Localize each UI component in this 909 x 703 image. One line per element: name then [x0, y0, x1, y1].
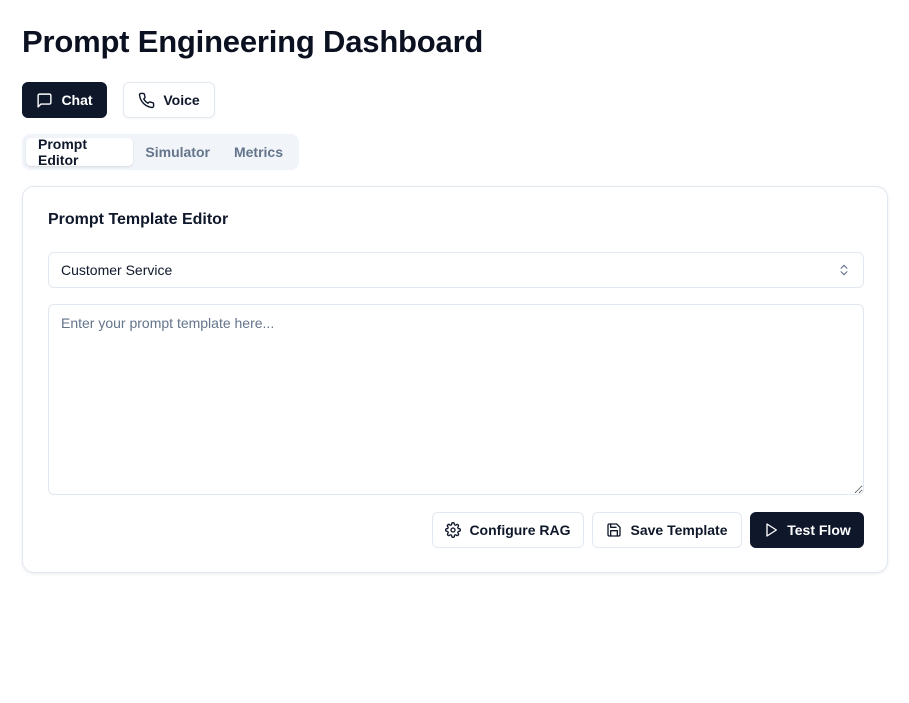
play-icon	[766, 523, 778, 537]
prompt-template-textarea[interactable]	[48, 304, 864, 495]
settings-icon	[445, 522, 462, 538]
voice-mode-button[interactable]: Voice	[123, 82, 215, 118]
configure-rag-label: Configure RAG	[469, 522, 571, 538]
message-square-icon	[37, 92, 53, 108]
test-flow-label: Test Flow	[787, 522, 851, 538]
save-template-button[interactable]: Save Template	[592, 512, 742, 548]
tab-list: Prompt Editor Simulator Metrics	[22, 134, 299, 170]
template-select[interactable]: Customer Service	[48, 252, 864, 288]
tab-prompt-editor[interactable]: Prompt Editor	[26, 136, 134, 168]
chat-mode-button[interactable]: Chat	[22, 82, 107, 118]
save-template-label: Save Template	[630, 522, 728, 538]
page-title: Prompt Engineering Dashboard	[22, 24, 484, 59]
voice-mode-label: Voice	[163, 92, 200, 108]
save-icon	[607, 523, 622, 537]
card-title: Prompt Template Editor	[48, 211, 229, 228]
test-flow-button[interactable]: Test Flow	[750, 512, 864, 548]
chevrons-up-down-icon	[840, 264, 848, 276]
tab-metrics[interactable]: Metrics	[222, 138, 295, 166]
chat-mode-label: Chat	[61, 92, 93, 108]
prompt-editor-card: Prompt Template Editor Customer Service …	[22, 186, 888, 573]
template-select-value: Customer Service	[61, 262, 173, 278]
phone-icon	[139, 92, 155, 108]
tab-simulator[interactable]: Simulator	[133, 138, 222, 166]
configure-rag-button[interactable]: Configure RAG	[432, 512, 584, 548]
